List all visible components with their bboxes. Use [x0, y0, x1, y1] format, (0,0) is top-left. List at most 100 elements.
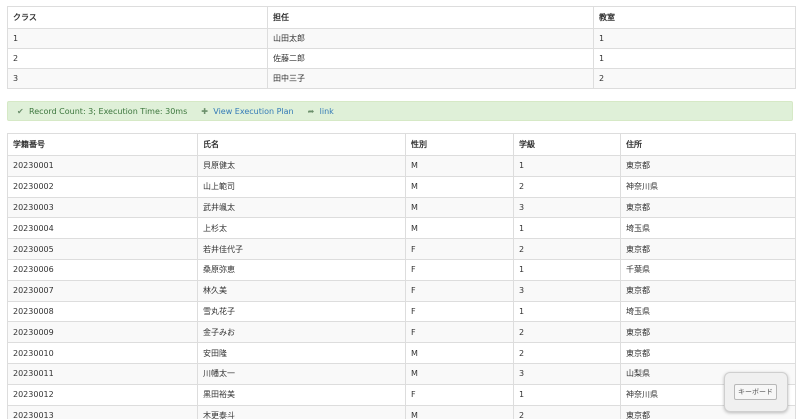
plus-icon: ✚ — [201, 106, 208, 116]
table-row[interactable]: 20230002 山上範司 M 2 神奈川県 — [7, 175, 796, 198]
table-cell: M — [405, 404, 514, 419]
table-header-row: 学籍番号 氏名 性別 学級 住所 — [7, 133, 796, 156]
table-cell: 上杉太 — [197, 217, 406, 240]
table-cell: 1 — [593, 28, 796, 49]
table-cell: 3 — [513, 196, 621, 219]
table-row[interactable]: 20230004 上杉太 M 1 埼玉県 — [7, 217, 796, 240]
table-cell: F — [405, 279, 514, 302]
table-cell: 2 — [513, 238, 621, 260]
table-cell: 20230002 — [7, 175, 198, 198]
table-cell: 1 — [513, 217, 621, 240]
table-cell: 1 — [513, 258, 621, 281]
keyboard-button[interactable]: キーボード — [734, 384, 777, 400]
table-cell: 東京都 — [620, 321, 796, 344]
table-cell: 3 — [7, 68, 268, 89]
table-cell: 木更泰斗 — [197, 404, 406, 419]
table-cell: 武井颯太 — [197, 196, 406, 219]
table-row[interactable]: 20230001 貝原健太 M 1 東京都 — [7, 155, 796, 177]
table-cell: 雪丸花子 — [197, 300, 406, 323]
table-row[interactable]: 20230007 林久美 F 3 東京都 — [7, 279, 796, 302]
column-header-grade[interactable]: 学級 — [513, 133, 621, 156]
column-header-class[interactable]: クラス — [7, 6, 268, 29]
table-cell: 山上範司 — [197, 175, 406, 198]
table-row[interactable]: 20230005 若井佳代子 F 2 東京都 — [7, 238, 796, 260]
table-cell: 1 — [513, 383, 621, 406]
column-header-room[interactable]: 教室 — [593, 6, 796, 29]
share-link-item[interactable]: ➦ link — [308, 107, 334, 116]
record-count-status: ✔ Record Count: 3; Execution Time: 30ms — [17, 107, 187, 116]
table-cell: 1 — [513, 155, 621, 177]
table-cell: 東京都 — [620, 342, 796, 364]
table-cell: 20230005 — [7, 238, 198, 260]
table-cell: F — [405, 238, 514, 260]
table-row[interactable]: 20230008 雪丸花子 F 1 埼玉県 — [7, 300, 796, 323]
column-header-teacher[interactable]: 担任 — [267, 6, 594, 29]
table-cell: 東京都 — [620, 279, 796, 302]
table-cell: 20230012 — [7, 383, 198, 406]
table-cell: 20230011 — [7, 362, 198, 385]
page: クラス 担任 教室 1 山田太郎 1 2 佐藤二郎 1 3 田中三子 2 ✔ Record Co… — [0, 0, 800, 419]
status-bar: ✔ Record Count: 3; Execution Time: 30ms … — [7, 101, 793, 121]
table-row[interactable]: 20230013 木更泰斗 M 2 東京都 — [7, 404, 796, 419]
table-cell: 川幡太一 — [197, 362, 406, 385]
table-cell: 東京都 — [620, 196, 796, 219]
table-cell: 桑原弥恵 — [197, 258, 406, 281]
view-execution-plan-item[interactable]: ✚ View Execution Plan — [201, 107, 293, 116]
table-row[interactable]: 20230003 武井颯太 M 3 東京都 — [7, 196, 796, 219]
view-execution-plan-link[interactable]: View Execution Plan — [213, 107, 293, 116]
table-cell: 安田隆 — [197, 342, 406, 364]
table-row[interactable]: 2 佐藤二郎 1 — [7, 48, 796, 69]
table-cell: M — [405, 217, 514, 240]
table-cell: M — [405, 196, 514, 219]
table-cell: 若井佳代子 — [197, 238, 406, 260]
table-row[interactable]: 20230011 川幡太一 M 3 山梨県 — [7, 362, 796, 385]
table-cell: 20230007 — [7, 279, 198, 302]
table-cell: F — [405, 321, 514, 344]
table-cell: 神奈川県 — [620, 175, 796, 198]
table-row[interactable]: 20230010 安田隆 M 2 東京都 — [7, 342, 796, 364]
table-cell: 黒田裕美 — [197, 383, 406, 406]
table-header-row: クラス 担任 教室 — [7, 6, 796, 29]
table-row[interactable]: 1 山田太郎 1 — [7, 28, 796, 49]
table-cell: 2 — [513, 175, 621, 198]
column-header-gender[interactable]: 性別 — [405, 133, 514, 156]
table-cell: 東京都 — [620, 155, 796, 177]
keyboard-panel: キーボード — [724, 372, 788, 412]
table-cell: 金子みお — [197, 321, 406, 344]
share-arrow-icon: ➦ — [307, 106, 315, 116]
share-link[interactable]: link — [320, 107, 334, 116]
students-table: 学籍番号 氏名 性別 学級 住所 20230001 貝原健太 M 1 東京都 202300… — [7, 133, 796, 419]
table-row[interactable]: 20230009 金子みお F 2 東京都 — [7, 321, 796, 344]
table-cell: 貝原健太 — [197, 155, 406, 177]
table-row[interactable]: 3 田中三子 2 — [7, 68, 796, 89]
table-cell: 20230001 — [7, 155, 198, 177]
table-cell: F — [405, 258, 514, 281]
table-row[interactable]: 20230012 黒田裕美 F 1 神奈川県 — [7, 383, 796, 406]
table-cell: 2 — [7, 48, 268, 69]
table-cell: 千葉県 — [620, 258, 796, 281]
table-cell: 20230010 — [7, 342, 198, 364]
table-cell: 1 — [593, 48, 796, 69]
column-header-student-id[interactable]: 学籍番号 — [7, 133, 198, 156]
column-header-address[interactable]: 住所 — [620, 133, 796, 156]
column-header-name[interactable]: 氏名 — [197, 133, 406, 156]
table-cell: F — [405, 300, 514, 323]
table-cell: 林久美 — [197, 279, 406, 302]
table-cell: M — [405, 175, 514, 198]
classes-table: クラス 担任 教室 1 山田太郎 1 2 佐藤二郎 1 3 田中三子 2 — [7, 6, 796, 89]
table-cell: 20230003 — [7, 196, 198, 219]
table-cell: 1 — [7, 28, 268, 49]
table-cell: M — [405, 362, 514, 385]
table-cell: 佐藤二郎 — [267, 48, 594, 69]
table-cell: 20230009 — [7, 321, 198, 344]
table-cell: 20230006 — [7, 258, 198, 281]
table-cell: 1 — [513, 300, 621, 323]
table-cell: 山田太郎 — [267, 28, 594, 49]
table-cell: 3 — [513, 279, 621, 302]
table-cell: 2 — [513, 404, 621, 419]
table-cell: 20230004 — [7, 217, 198, 240]
table-cell: M — [405, 342, 514, 364]
table-cell: 3 — [513, 362, 621, 385]
table-cell: 2 — [513, 342, 621, 364]
table-row[interactable]: 20230006 桑原弥恵 F 1 千葉県 — [7, 258, 796, 281]
